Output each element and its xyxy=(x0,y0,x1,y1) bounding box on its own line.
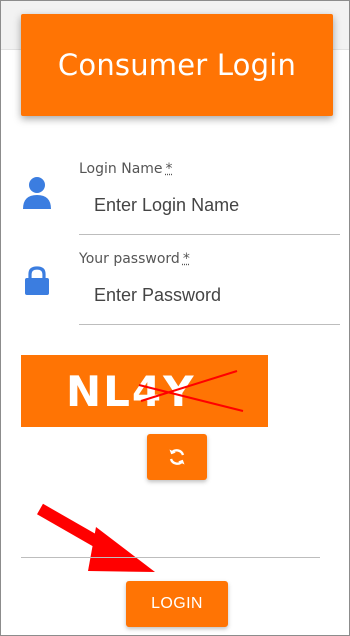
password-label: Your password * xyxy=(79,251,190,267)
refresh-captcha-button[interactable] xyxy=(147,434,207,480)
captcha-text: NL4Y xyxy=(66,367,196,416)
refresh-icon xyxy=(169,449,185,465)
page-title: Consumer Login xyxy=(57,48,297,82)
login-button[interactable]: LOGIN xyxy=(126,581,228,627)
login-name-label: Login Name * xyxy=(79,161,173,177)
login-name-underline xyxy=(79,234,340,235)
captcha-graphic: NL4Y xyxy=(66,367,244,416)
password-underline xyxy=(79,324,340,325)
required-marker: * xyxy=(165,161,173,177)
lock-icon xyxy=(25,266,49,295)
divider xyxy=(21,557,320,558)
user-icon xyxy=(23,177,51,209)
arrow-annotation xyxy=(37,503,155,572)
login-name-input[interactable] xyxy=(94,188,334,222)
title-card: Consumer Login xyxy=(21,14,333,116)
password-input[interactable] xyxy=(94,278,334,312)
captcha-image: NL4Y xyxy=(21,355,268,427)
required-marker: * xyxy=(182,251,190,267)
